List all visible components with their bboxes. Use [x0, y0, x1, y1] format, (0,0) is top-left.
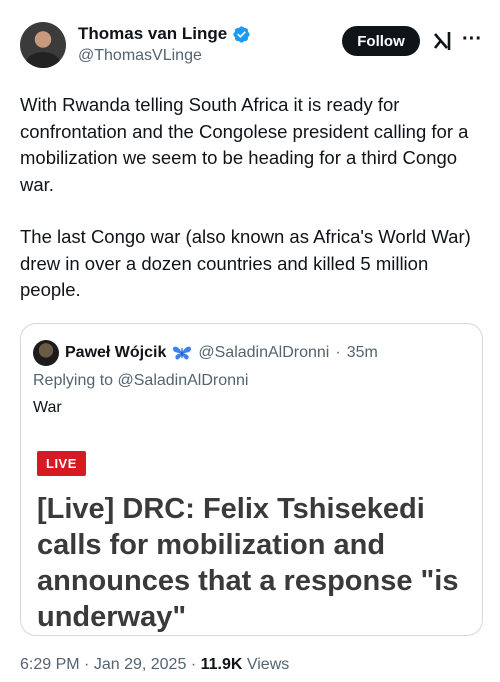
- author-display-name[interactable]: Thomas van Linge: [78, 24, 227, 44]
- replying-to: Replying to @SaladinAlDronni: [33, 372, 248, 390]
- media-headline: [Live] DRC: Felix Tshisekedi calls for m…: [37, 493, 459, 633]
- verified-badge-icon: [233, 25, 250, 43]
- dot-separator: ·: [335, 344, 341, 361]
- quoted-author-name: Paweł Wójcik: [65, 344, 167, 361]
- quoted-tweet-header: Paweł Wójcik @SaladinAlDronni · 35m: [33, 340, 378, 366]
- quoted-tweet[interactable]: Paweł Wójcik @SaladinAlDronni · 35m Repl…: [20, 323, 483, 636]
- views-count: 11.9K: [200, 656, 243, 673]
- butterfly-icon: [173, 346, 192, 360]
- tweet-header: Thomas van Linge @ThomasVLinge Follow ··…: [20, 22, 485, 74]
- replying-to-prefix: Replying to: [33, 372, 118, 389]
- tweet-date[interactable]: Jan 29, 2025: [94, 656, 187, 673]
- tweet-body: With Rwanda telling South Africa it is r…: [20, 92, 490, 330]
- author-name-block: Thomas van Linge @ThomasVLinge: [78, 24, 251, 65]
- replying-to-handle[interactable]: @SaladinAlDronni: [118, 372, 249, 389]
- follow-button[interactable]: Follow: [342, 26, 420, 56]
- meta-separator: ·: [84, 656, 90, 673]
- author-avatar[interactable]: [20, 22, 66, 68]
- tweet-paragraph: With Rwanda telling South Africa it is r…: [20, 94, 469, 195]
- tweet-time[interactable]: 6:29 PM: [20, 656, 80, 673]
- quoted-time: 35m: [346, 344, 378, 361]
- quoted-tweet-text: War: [33, 399, 62, 416]
- quoted-author-avatar[interactable]: [33, 340, 59, 366]
- tweet-meta: 6:29 PM · Jan 29, 2025 · 11.9K Views: [20, 656, 289, 674]
- meta-separator: ·: [190, 656, 197, 673]
- author-handle[interactable]: @ThomasVLinge: [78, 47, 251, 65]
- views-label: Views: [246, 656, 290, 673]
- grok-icon[interactable]: [432, 30, 452, 52]
- tweet-paragraph: The last Congo war (also known as Africa…: [20, 226, 471, 300]
- more-options-icon[interactable]: ···: [462, 29, 482, 49]
- live-badge: LIVE: [37, 451, 86, 476]
- quoted-author-handle: @SaladinAlDronni: [198, 344, 330, 361]
